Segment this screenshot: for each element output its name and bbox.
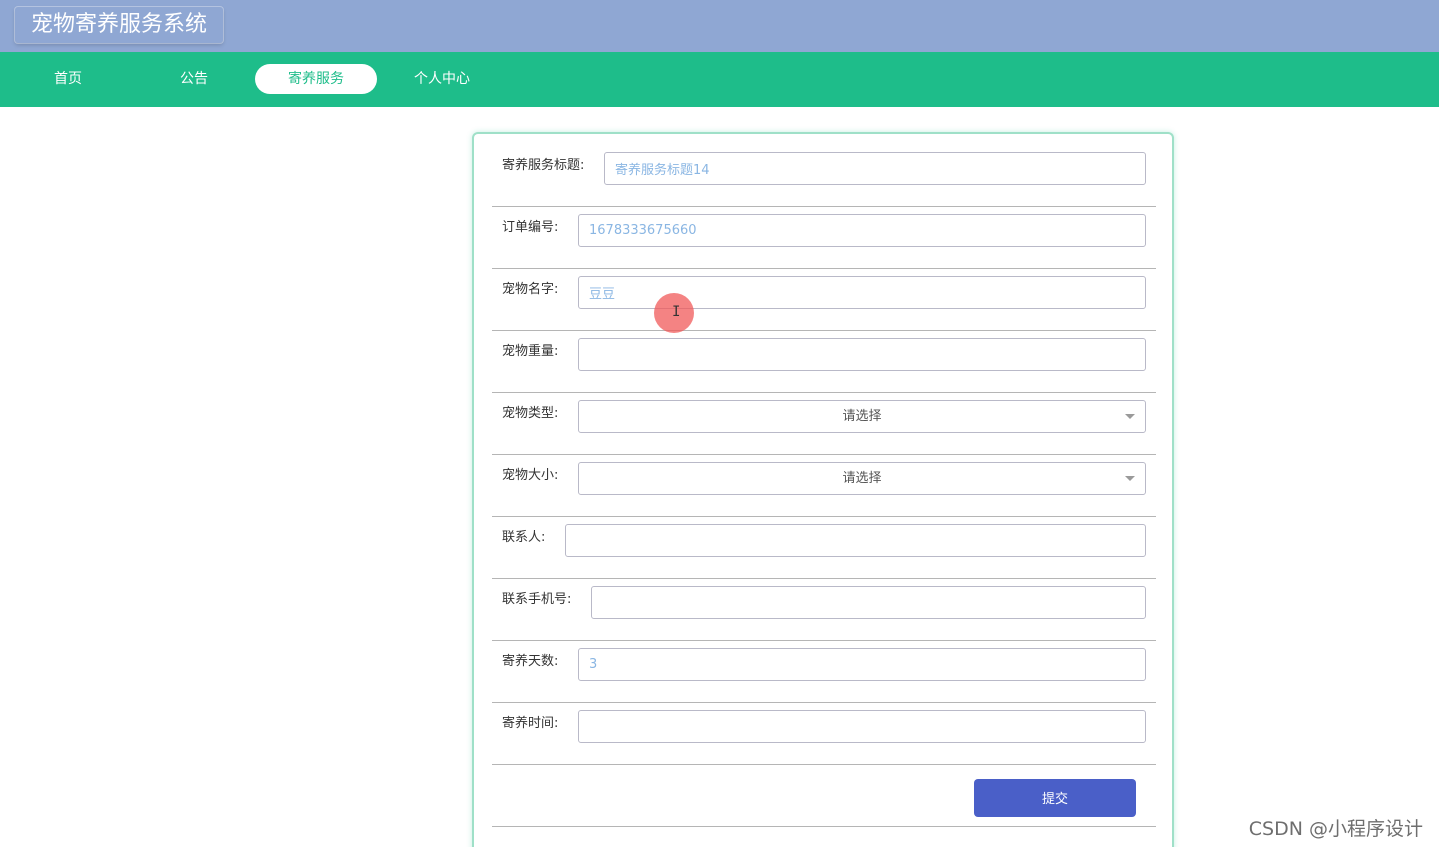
boarding-form: 寄养服务标题: 订单编号: 宠物名字: 宠物重量: 宠物类型: 请选择 宠物大小… <box>472 132 1174 847</box>
form-row-boarding-time: 寄养时间: <box>492 702 1156 765</box>
submit-button[interactable]: 提交 <box>974 779 1136 817</box>
pet-size-label: 宠物大小: <box>502 468 559 483</box>
service-title-label: 寄养服务标题: <box>502 158 585 173</box>
pet-type-label: 宠物类型: <box>502 406 559 421</box>
form-row-boarding-days: 寄养天数: <box>492 640 1156 703</box>
form-row-service-title: 寄养服务标题: <box>492 144 1156 207</box>
form-row-pet-size: 宠物大小: 请选择 <box>492 454 1156 517</box>
boarding-time-input[interactable] <box>578 710 1146 743</box>
form-bottom-divider <box>492 826 1156 827</box>
contact-person-input[interactable] <box>565 524 1146 557</box>
form-row-contact-phone: 联系手机号: <box>492 578 1156 641</box>
service-title-input[interactable] <box>604 152 1146 185</box>
nav-item-personal-center[interactable]: 个人中心 <box>404 64 480 94</box>
nav-item-boarding-service[interactable]: 寄养服务 <box>255 64 377 94</box>
boarding-days-input[interactable] <box>578 648 1146 681</box>
form-row-order-number: 订单编号: <box>492 206 1156 269</box>
pet-size-select-value: 请选择 <box>842 471 882 486</box>
contact-phone-label: 联系手机号: <box>502 592 572 607</box>
nav-item-notice[interactable]: 公告 <box>164 64 224 94</box>
form-row-pet-type: 宠物类型: 请选择 <box>492 392 1156 455</box>
pet-size-select[interactable]: 请选择 <box>578 462 1146 495</box>
app-title: 宠物寄养服务系统 <box>15 7 224 43</box>
app-window: 宠物寄养服务系统 首页 公告 寄养服务 个人中心 寄养服务标题: 订单编号: 宠… <box>0 0 1439 847</box>
nav-item-home[interactable]: 首页 <box>38 64 98 94</box>
nav-bar: 首页 公告 寄养服务 个人中心 <box>0 52 1439 107</box>
watermark: CSDN @小程序设计 <box>1248 818 1423 840</box>
form-row-pet-weight: 宠物重量: <box>492 330 1156 393</box>
order-number-input[interactable] <box>578 214 1146 247</box>
pet-type-select[interactable]: 请选择 <box>578 400 1146 433</box>
title-bar: 宠物寄养服务系统 <box>0 0 1439 52</box>
pet-name-label: 宠物名字: <box>502 282 559 297</box>
order-number-label: 订单编号: <box>502 220 559 235</box>
chevron-down-icon <box>1125 476 1135 481</box>
contact-phone-input[interactable] <box>591 586 1146 619</box>
text-cursor-icon: I <box>672 304 681 320</box>
form-row-contact-person: 联系人: <box>492 516 1156 579</box>
contact-person-label: 联系人: <box>502 530 546 545</box>
form-row-pet-name: 宠物名字: <box>492 268 1156 331</box>
pet-weight-input[interactable] <box>578 338 1146 371</box>
pet-type-select-value: 请选择 <box>842 409 882 424</box>
pet-weight-label: 宠物重量: <box>502 344 559 359</box>
boarding-time-label: 寄养时间: <box>502 716 559 731</box>
chevron-down-icon <box>1125 414 1135 419</box>
boarding-days-label: 寄养天数: <box>502 654 559 669</box>
